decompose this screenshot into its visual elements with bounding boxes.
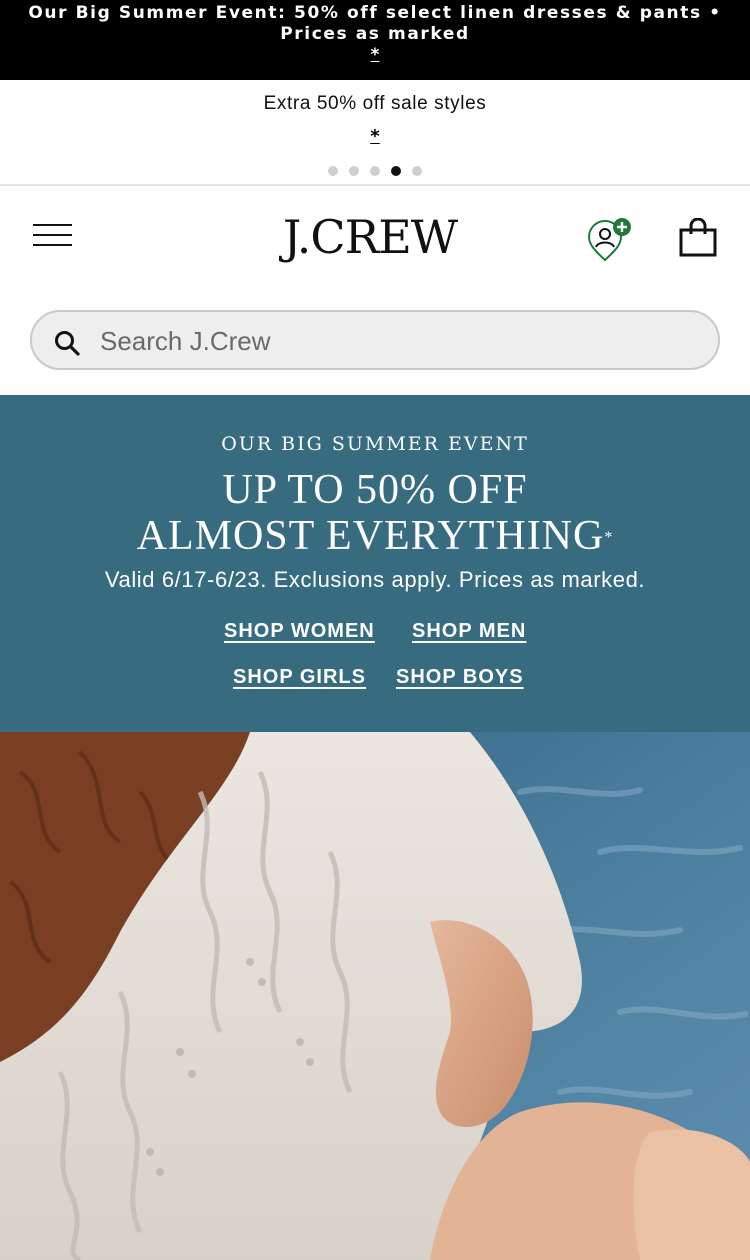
- carousel-dot-5[interactable]: [412, 166, 422, 176]
- carousel-message[interactable]: Extra 50% off sale styles: [0, 93, 750, 115]
- account-plus-icon: [587, 218, 631, 262]
- shop-girls-link[interactable]: SHOP GIRLS: [233, 666, 366, 689]
- search-icon[interactable]: [54, 330, 80, 356]
- site-logo[interactable]: J.CREW: [272, 209, 468, 265]
- shop-boys-link[interactable]: SHOP BOYS: [396, 666, 524, 689]
- top-banner-line-1: Our Big Summer Event: 50% off select lin…: [28, 3, 722, 23]
- summer-event-banner: OUR BIG SUMMER EVENT UP TO 50% OFF ALMOS…: [0, 395, 750, 732]
- shopping-bag-button[interactable]: [678, 217, 718, 258]
- promo-carousel: Extra 50% off sale styles *: [0, 82, 750, 184]
- top-promo-banner[interactable]: Our Big Summer Event: 50% off select lin…: [0, 0, 750, 80]
- promo-headline-line-2-wrap: ALMOST EVERYTHING*: [0, 513, 750, 559]
- carousel-dot-2[interactable]: [349, 166, 359, 176]
- hamburger-menu-icon-line-3: [33, 244, 72, 246]
- account-button[interactable]: [584, 216, 634, 266]
- shopping-bag-icon: [679, 217, 717, 257]
- shop-men-link[interactable]: SHOP MEN: [412, 620, 526, 643]
- search-bar[interactable]: [30, 310, 720, 370]
- carousel-dots: [0, 166, 750, 176]
- top-banner-line-2: Prices as marked: [280, 24, 470, 44]
- search-input[interactable]: [98, 320, 702, 362]
- top-banner-details-link[interactable]: *: [0, 45, 750, 65]
- promo-headline: UP TO 50% OFF ALMOST EVERYTHING*: [0, 467, 750, 559]
- promo-headline-line-2: ALMOST EVERYTHING: [136, 513, 605, 559]
- carousel-details-link[interactable]: *: [0, 126, 750, 147]
- promo-headline-mark: *: [604, 529, 614, 546]
- hamburger-menu-icon-line-2: [33, 234, 72, 236]
- promo-headline-line-1: UP TO 50% OFF: [222, 467, 528, 513]
- hero-photo-knit-sweater: [0, 732, 750, 1260]
- shop-women-link[interactable]: SHOP WOMEN: [224, 620, 375, 643]
- promo-valid-text: Valid 6/17-6/23. Exclusions apply. Price…: [104, 567, 646, 592]
- promo-eyebrow: OUR BIG SUMMER EVENT: [221, 433, 529, 455]
- carousel-dot-1[interactable]: [328, 166, 338, 176]
- hero-image[interactable]: [0, 732, 750, 1260]
- carousel-dot-4[interactable]: [391, 166, 401, 176]
- header-divider: [0, 184, 750, 186]
- menu-button[interactable]: [33, 222, 73, 250]
- hamburger-menu-icon-line-1: [33, 224, 72, 226]
- carousel-dot-3[interactable]: [370, 166, 380, 176]
